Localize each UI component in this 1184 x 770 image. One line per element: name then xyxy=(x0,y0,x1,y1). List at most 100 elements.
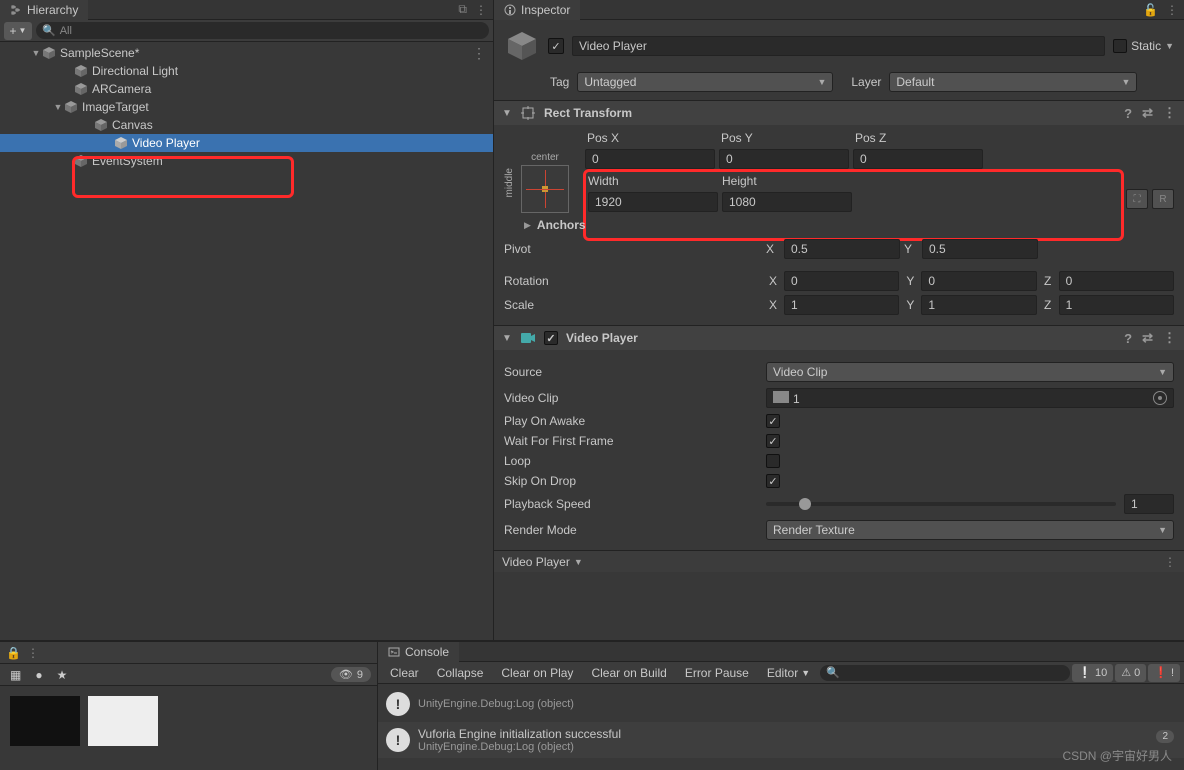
clear-on-play-button[interactable]: Clear on Play xyxy=(493,664,581,682)
scale-z-input[interactable]: 1 xyxy=(1059,295,1174,315)
editor-dropdown[interactable]: Editor ▼ xyxy=(759,664,818,682)
toolbar-button[interactable]: ▦ xyxy=(6,666,25,684)
console-tab-label: Console xyxy=(405,645,449,659)
skip-on-drop-checkbox[interactable]: ✓ xyxy=(766,474,780,488)
scene-menu-icon[interactable]: ⋮ xyxy=(472,45,487,62)
console-icon xyxy=(388,646,400,658)
component-menu-icon[interactable]: ⋮ xyxy=(1163,105,1176,121)
object-picker-icon[interactable] xyxy=(1153,391,1167,405)
static-label: Static xyxy=(1131,39,1161,53)
context-menu-icon[interactable]: ⋮ xyxy=(1166,3,1178,17)
gameobject-name-input[interactable]: Video Player xyxy=(572,36,1105,56)
console-tab[interactable]: Console xyxy=(378,642,459,662)
preset-icon[interactable]: ⇄ xyxy=(1142,105,1153,121)
posz-input[interactable]: 0 xyxy=(853,149,983,169)
console-entry[interactable]: ! UnityEngine.Debug:Log (object) xyxy=(378,686,1184,722)
playback-speed-input[interactable]: 1 xyxy=(1124,494,1174,514)
blueprint-mode-button[interactable]: ⛶ xyxy=(1126,189,1148,209)
tree-item-directional-light[interactable]: Directional Light xyxy=(0,62,493,80)
posx-input[interactable]: 0 xyxy=(585,149,715,169)
hierarchy-icon xyxy=(10,4,22,16)
tree-item-imagetarget[interactable]: ▼ ImageTarget xyxy=(0,98,493,116)
static-dropdown-arrow[interactable]: ▼ xyxy=(1165,41,1174,51)
wait-first-frame-checkbox[interactable]: ✓ xyxy=(766,434,780,448)
pivot-x-input[interactable]: 0.5 xyxy=(784,239,900,259)
loop-checkbox[interactable] xyxy=(766,454,780,468)
raw-edit-button[interactable]: R xyxy=(1152,189,1174,209)
info-icon: ❕ xyxy=(1078,666,1092,679)
search-icon: 🔍 xyxy=(42,24,56,37)
video-clip-label: Video Clip xyxy=(504,391,762,405)
toolbar-button[interactable]: ★ xyxy=(53,666,72,684)
tree-item-canvas[interactable]: Canvas xyxy=(0,116,493,134)
lock-icon[interactable]: 🔓 xyxy=(1143,3,1158,17)
video-player-header[interactable]: ▼ ✓ Video Player ? ⇄ ⋮ xyxy=(494,326,1184,350)
tree-item-eventsystem[interactable]: EventSystem xyxy=(0,152,493,170)
context-menu-icon[interactable]: ⋮ xyxy=(475,3,487,17)
error-count-badge[interactable]: ❗! xyxy=(1148,664,1180,682)
help-icon[interactable]: ? xyxy=(1124,331,1132,346)
inspector-tab[interactable]: Inspector xyxy=(494,0,580,20)
rot-y-input[interactable]: 0 xyxy=(921,271,1036,291)
annotation-highlight-2: Width Height 1920 1080 ▶ xyxy=(583,169,1124,241)
lock-icon[interactable]: 🔒 xyxy=(6,646,21,660)
video-asset-icon xyxy=(773,391,789,403)
cube-icon xyxy=(114,136,128,150)
scale-y-input[interactable]: 1 xyxy=(921,295,1036,315)
tree-item-arcamera[interactable]: ARCamera xyxy=(0,80,493,98)
height-input[interactable]: 1080 xyxy=(722,192,852,212)
preset-icon[interactable]: ⇄ xyxy=(1142,330,1153,346)
clear-button[interactable]: Clear xyxy=(382,664,427,682)
hierarchy-search-input[interactable]: 🔍 All xyxy=(36,22,489,39)
layer-label: Layer xyxy=(851,75,881,89)
posy-input[interactable]: 0 xyxy=(719,149,849,169)
clear-on-build-button[interactable]: Clear on Build xyxy=(583,664,674,682)
console-search-input[interactable]: 🔍 xyxy=(820,665,1070,681)
tag-dropdown[interactable]: Untagged▼ xyxy=(577,72,833,92)
entry-count-badge: 2 xyxy=(1156,730,1174,743)
help-icon[interactable]: ? xyxy=(1124,106,1132,121)
console-entry[interactable]: ! Vuforia Engine initialization successf… xyxy=(378,722,1184,758)
asset-thumbnail[interactable] xyxy=(10,696,80,746)
hidden-count-badge[interactable]: 👁 9 xyxy=(331,667,371,682)
info-bubble-icon: ! xyxy=(386,728,410,752)
width-input[interactable]: 1920 xyxy=(588,192,718,212)
gameobject-active-checkbox[interactable]: ✓ xyxy=(548,38,564,54)
playback-speed-slider[interactable] xyxy=(766,502,1116,506)
video-player-enabled-checkbox[interactable]: ✓ xyxy=(544,331,558,345)
info-count-badge[interactable]: ❕10 xyxy=(1072,664,1113,682)
layer-dropdown[interactable]: Default▼ xyxy=(889,72,1137,92)
rot-x-input[interactable]: 0 xyxy=(784,271,899,291)
render-mode-dropdown[interactable]: Render Texture▼ xyxy=(766,520,1174,540)
context-menu-icon[interactable]: ⋮ xyxy=(1164,555,1176,569)
create-button[interactable]: + ▼ xyxy=(4,22,32,40)
video-clip-field[interactable]: 1 xyxy=(766,388,1174,408)
pivot-y-input[interactable]: 0.5 xyxy=(922,239,1038,259)
info-bubble-icon: ! xyxy=(386,692,410,716)
anchors-foldout[interactable]: Anchors xyxy=(537,218,586,232)
context-menu-icon[interactable]: ⋮ xyxy=(27,646,39,660)
warn-count-badge[interactable]: ⚠0 xyxy=(1115,664,1146,682)
component-menu-icon[interactable]: ⋮ xyxy=(1163,330,1176,346)
static-checkbox[interactable] xyxy=(1113,39,1127,53)
gameobject-icon[interactable] xyxy=(504,28,540,64)
hierarchy-tab[interactable]: Hierarchy xyxy=(0,0,88,20)
tree-item-video-player[interactable]: Video Player xyxy=(0,134,493,152)
toolbar-button[interactable]: ● xyxy=(31,666,46,684)
playback-speed-label: Playback Speed xyxy=(504,497,762,511)
error-pause-button[interactable]: Error Pause xyxy=(677,664,757,682)
inspector-icon xyxy=(504,4,516,16)
rect-transform-header[interactable]: ▼ Rect Transform ? ⇄ ⋮ xyxy=(494,101,1184,125)
asset-thumbnail[interactable] xyxy=(88,696,158,746)
render-mode-label: Render Mode xyxy=(504,523,762,537)
collapse-button[interactable]: Collapse xyxy=(429,664,492,682)
play-on-awake-checkbox[interactable]: ✓ xyxy=(766,414,780,428)
cube-icon xyxy=(74,82,88,96)
anchor-preset-button[interactable]: center xyxy=(515,152,575,215)
scene-row[interactable]: ▼ SampleScene* ⋮ xyxy=(0,44,493,62)
rot-z-input[interactable]: 0 xyxy=(1059,271,1174,291)
source-dropdown[interactable]: Video Clip▼ xyxy=(766,362,1174,382)
video-player-bottom-tab[interactable]: Video Player ▼ ⋮ xyxy=(494,550,1184,572)
popout-icon[interactable]: ⧉ xyxy=(458,2,467,17)
scale-x-input[interactable]: 1 xyxy=(784,295,899,315)
